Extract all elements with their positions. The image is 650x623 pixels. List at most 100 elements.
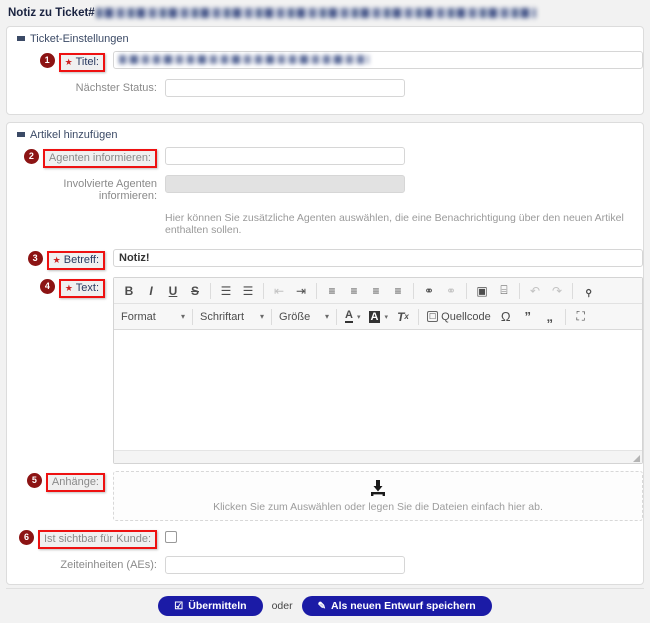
increase-indent-icon[interactable]: ⇥: [291, 281, 311, 301]
agenten-informieren-label: Agenten informieren:: [48, 152, 151, 164]
font-size-dropdown[interactable]: Größe ▾: [276, 311, 332, 323]
naechster-status-field-col: [157, 79, 643, 97]
required-star-icon: ★: [64, 57, 73, 67]
search-icon[interactable]: ⌕: [574, 276, 602, 304]
submit-button-label: Übermitteln: [188, 600, 247, 612]
agenten-field-col: [157, 147, 643, 165]
toolbar-divider: [564, 308, 566, 325]
row-anhaenge: 5 Anhänge: Klicken Sie zum Auswählen ode…: [7, 471, 643, 521]
font-family-dropdown[interactable]: Schriftart ▾: [197, 311, 267, 323]
naechster-status-label: Nächster Status:: [75, 82, 157, 94]
betreff-input[interactable]: [113, 249, 643, 267]
anhaenge-field-col: Klicken Sie zum Auswählen oder legen Sie…: [105, 471, 643, 521]
agenten-label-highlight: Agenten informieren:: [42, 149, 157, 168]
resize-handle-icon[interactable]: [633, 455, 640, 462]
bold-icon[interactable]: B: [119, 281, 139, 301]
annotation-badge-5: 5: [26, 473, 42, 488]
titel-label: Titel:: [75, 56, 99, 68]
toolbar-divider: [572, 282, 573, 299]
image-icon[interactable]: ▣: [472, 281, 492, 301]
zeiteinheiten-label: Zeiteinheiten (AEs):: [60, 559, 157, 571]
agenten-hint-text: Hier können Sie zusätzliche Agenten ausw…: [165, 212, 624, 236]
ticket-settings-panel: Ticket-Einstellungen 1 ★ Titel: Nächster…: [6, 26, 644, 115]
footer-separator-label: oder: [271, 600, 293, 612]
quote-close-icon[interactable]: „: [540, 307, 560, 327]
titel-field-col: [105, 51, 643, 69]
ticket-settings-header[interactable]: Ticket-Einstellungen: [7, 27, 643, 49]
zeiteinheiten-input[interactable]: [165, 556, 405, 574]
save-draft-button[interactable]: ✎ Als neuen Entwurf speichern: [301, 596, 492, 616]
attachment-dropzone[interactable]: Klicken Sie zum Auswählen oder legen Sie…: [113, 471, 643, 521]
maximize-icon[interactable]: ⛶: [571, 307, 591, 327]
align-right-icon[interactable]: ≡: [366, 281, 386, 301]
row-agenten-informieren: 2 Agenten informieren:: [7, 147, 643, 168]
decrease-indent-icon: ⇤: [273, 283, 285, 298]
table-icon[interactable]: ⌸: [494, 281, 514, 301]
row-betreff: 3 ★ Betreff:: [7, 249, 643, 270]
strikethrough-icon[interactable]: S: [185, 281, 205, 301]
editor-content-area[interactable]: [114, 330, 642, 450]
naechster-status-input[interactable]: [165, 79, 405, 97]
agenten-informieren-input[interactable]: [165, 147, 405, 165]
align-center-icon[interactable]: ≡: [344, 281, 364, 301]
rich-text-editor: B I U S ☰ ☰ ⇤ ⇥ ≡ ≡ ≡ ≡ ⚭ ⚭ ▣ ⌸ ↶ ↷ ⌕ Format ▾ Schriftart …: [113, 277, 643, 464]
involvierte-agenten-input: [165, 175, 405, 193]
ticket-settings-body: 1 ★ Titel: Nächster Status:: [7, 49, 643, 114]
row-sichtbar-fuer-kunde: 6 Ist sichtbar für Kunde:: [7, 528, 643, 549]
row-agenten-hint: Hier können Sie zusätzliche Agenten ausw…: [7, 209, 643, 242]
anhaenge-label: Anhänge:: [51, 476, 99, 488]
titel-input[interactable]: [113, 51, 643, 69]
bulleted-list-icon[interactable]: ☰: [238, 281, 258, 301]
row-involvierte-agenten: Involvierte Agenten informieren:: [7, 175, 643, 202]
annotation-badge-1: 1: [39, 53, 55, 68]
chevron-down-icon: ▾: [357, 313, 361, 321]
sichtbar-field-col: [157, 528, 643, 543]
unlink-icon: ⚭: [445, 283, 457, 298]
quote-open-icon[interactable]: ”: [518, 307, 538, 327]
anhaenge-label-highlight: Anhänge:: [45, 473, 105, 492]
editor-toolbar-row-2: Format ▾ Schriftart ▾ Größe ▾ A ▾ A ▾ T …: [114, 304, 642, 330]
underline-icon[interactable]: U: [163, 281, 183, 301]
page-title-redacted-subject: 20250804 63002066 Anmeldungen — Ihre Prü…: [95, 7, 536, 18]
anhaenge-badge-col: 5 Anhänge:: [7, 471, 105, 492]
add-article-header[interactable]: Artikel hinzufügen: [7, 123, 643, 145]
betreff-label: Betreff:: [63, 254, 99, 266]
toolbar-divider: [466, 282, 467, 299]
redo-icon: ↷: [551, 283, 563, 298]
text-color-icon[interactable]: A ▾: [341, 310, 364, 323]
hint-spacer: [7, 209, 157, 212]
italic-icon[interactable]: I: [141, 281, 161, 301]
required-star-icon: ★: [64, 283, 73, 293]
toolbar-divider: [413, 282, 414, 299]
background-color-icon[interactable]: A ▾: [365, 310, 392, 323]
submit-button[interactable]: ☑ Übermitteln: [158, 596, 263, 616]
align-justify-icon[interactable]: ≡: [388, 281, 408, 301]
page-title: Notiz zu Ticket#20250804 63002066 Anmeld…: [0, 0, 650, 26]
edit-square-icon: ✎: [317, 600, 326, 612]
annotation-badge-3: 3: [27, 251, 43, 266]
annotation-badge-2: 2: [23, 149, 39, 164]
remove-format-icon[interactable]: Tx: [393, 307, 413, 327]
text-label: Text:: [75, 282, 99, 294]
source-code-button[interactable]: ☐ Quellcode: [423, 311, 495, 323]
omega-icon[interactable]: Ω: [496, 307, 516, 327]
format-dropdown[interactable]: Format ▾: [118, 311, 188, 323]
editor-toolbar-row-1: B I U S ☰ ☰ ⇤ ⇥ ≡ ≡ ≡ ≡ ⚭ ⚭ ▣ ⌸ ↶ ↷ ⌕: [114, 278, 642, 304]
text-label-highlight: ★ Text:: [58, 279, 105, 298]
agenten-badge-col: 2 Agenten informieren:: [7, 147, 157, 168]
betreff-badge-col: 3 ★ Betreff:: [7, 249, 105, 270]
editor-resize-bar[interactable]: [114, 450, 642, 463]
align-left-icon[interactable]: ≡: [322, 281, 342, 301]
annotation-badge-4: 4: [39, 279, 55, 294]
add-article-header-label: Artikel hinzufügen: [30, 129, 118, 141]
sichtbar-fuer-kunde-checkbox[interactable]: [165, 531, 177, 543]
chevron-down-icon: ▾: [325, 312, 330, 321]
link-icon[interactable]: ⚭: [419, 281, 439, 301]
numbered-list-icon[interactable]: ☰: [216, 281, 236, 301]
betreff-label-highlight: ★ Betreff:: [46, 251, 105, 270]
toolbar-divider: [263, 282, 264, 299]
toolbar-divider: [316, 282, 317, 299]
involvierte-agenten-label: Involvierte Agenten informieren:: [63, 178, 157, 202]
toolbar-divider: [210, 282, 211, 299]
caret-down-icon: [17, 132, 25, 137]
